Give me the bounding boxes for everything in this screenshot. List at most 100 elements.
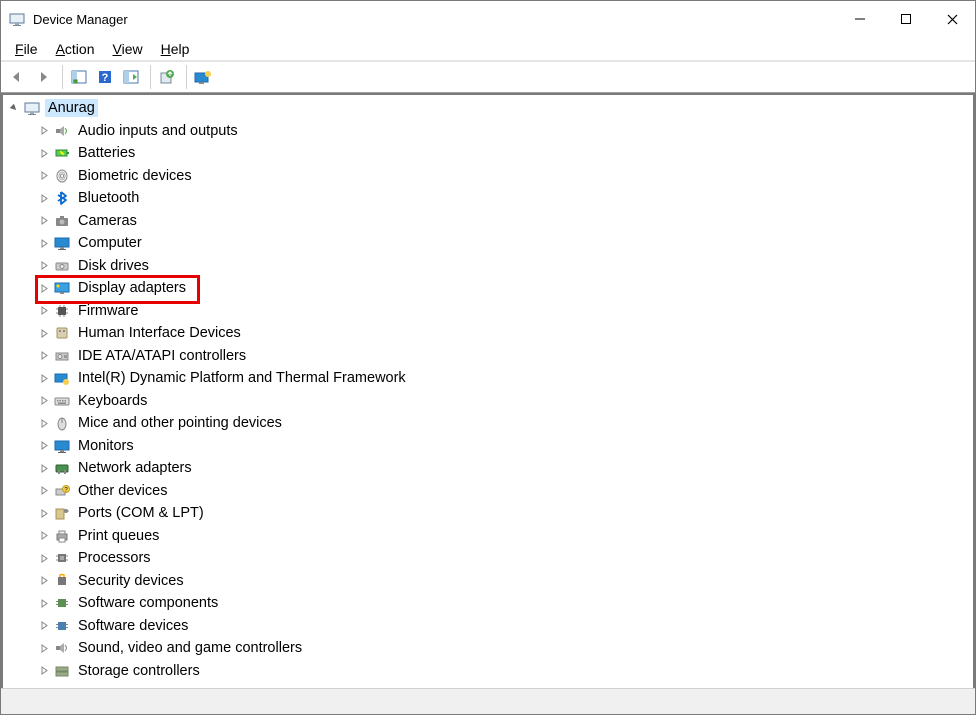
expand-icon[interactable] bbox=[37, 664, 51, 678]
device-tree[interactable]: Anurag Audio inputs and outputs Batteries… bbox=[3, 95, 973, 688]
node-label[interactable]: IDE ATA/ATAPI controllers bbox=[75, 347, 249, 365]
expand-icon[interactable] bbox=[37, 574, 51, 588]
update-driver-button[interactable] bbox=[155, 65, 179, 89]
tree-node[interactable]: Sound, video and game controllers bbox=[37, 637, 973, 660]
tree-node[interactable]: Batteries bbox=[37, 142, 973, 165]
node-label[interactable]: Keyboards bbox=[75, 392, 150, 410]
tree-node[interactable]: Computer bbox=[37, 232, 973, 255]
tree-node[interactable]: Keyboards bbox=[37, 390, 973, 413]
menu-file[interactable]: File bbox=[7, 39, 46, 59]
tree-node[interactable]: Cameras bbox=[37, 210, 973, 233]
collapse-icon[interactable] bbox=[7, 101, 21, 115]
maximize-button[interactable] bbox=[883, 1, 929, 37]
tree-node[interactable]: Mice and other pointing devices bbox=[37, 412, 973, 435]
node-label[interactable]: Storage controllers bbox=[75, 662, 203, 680]
cpu-icon bbox=[53, 549, 71, 567]
expand-icon[interactable] bbox=[37, 619, 51, 633]
expand-icon[interactable] bbox=[37, 259, 51, 273]
root-node[interactable]: Anurag bbox=[7, 97, 973, 120]
help-button[interactable]: ? bbox=[93, 65, 117, 89]
camera-icon bbox=[53, 212, 71, 230]
expand-icon[interactable] bbox=[37, 146, 51, 160]
network-icon bbox=[53, 459, 71, 477]
tree-node[interactable]: Software components bbox=[37, 592, 973, 615]
node-label[interactable]: Bluetooth bbox=[75, 189, 142, 207]
add-legacy-button[interactable] bbox=[191, 65, 215, 89]
node-label[interactable]: Software components bbox=[75, 594, 221, 612]
node-label[interactable]: Ports (COM & LPT) bbox=[75, 504, 207, 522]
tree-node[interactable]: Bluetooth bbox=[37, 187, 973, 210]
tree-node[interactable]: Network adapters bbox=[37, 457, 973, 480]
root-label[interactable]: Anurag bbox=[45, 99, 98, 117]
tree-node[interactable]: Security devices bbox=[37, 570, 973, 593]
tree-node[interactable]: Software devices bbox=[37, 615, 973, 638]
node-label[interactable]: Other devices bbox=[75, 482, 170, 500]
node-label[interactable]: Security devices bbox=[75, 572, 187, 590]
expand-icon[interactable] bbox=[37, 484, 51, 498]
node-label[interactable]: Display adapters bbox=[75, 279, 189, 297]
node-label[interactable]: Biometric devices bbox=[75, 167, 195, 185]
back-button[interactable] bbox=[5, 65, 29, 89]
node-label[interactable]: Print queues bbox=[75, 527, 162, 545]
tree-node[interactable]: Ports (COM & LPT) bbox=[37, 502, 973, 525]
node-label[interactable]: Computer bbox=[75, 234, 145, 252]
node-label[interactable]: Batteries bbox=[75, 144, 138, 162]
expand-icon[interactable] bbox=[37, 326, 51, 340]
scan-hardware-button[interactable] bbox=[119, 65, 143, 89]
tree-node[interactable]: IDE ATA/ATAPI controllers bbox=[37, 345, 973, 368]
expand-icon[interactable] bbox=[37, 349, 51, 363]
tree-node[interactable]: Monitors bbox=[37, 435, 973, 458]
bluetooth-icon bbox=[53, 189, 71, 207]
show-hide-tree-button[interactable] bbox=[67, 65, 91, 89]
expand-icon[interactable] bbox=[37, 596, 51, 610]
tree-node[interactable]: Display adapters bbox=[37, 277, 973, 300]
tree-node[interactable]: Biometric devices bbox=[37, 165, 973, 188]
node-label[interactable]: Network adapters bbox=[75, 459, 195, 477]
node-label[interactable]: Audio inputs and outputs bbox=[75, 122, 241, 140]
menu-action[interactable]: Action bbox=[48, 39, 103, 59]
forward-button[interactable] bbox=[31, 65, 55, 89]
expand-icon[interactable] bbox=[37, 236, 51, 250]
expand-icon[interactable] bbox=[37, 551, 51, 565]
node-label[interactable]: Human Interface Devices bbox=[75, 324, 244, 342]
menu-help[interactable]: Help bbox=[153, 39, 198, 59]
expand-icon[interactable] bbox=[37, 214, 51, 228]
node-label[interactable]: Software devices bbox=[75, 617, 191, 635]
expand-icon[interactable] bbox=[37, 371, 51, 385]
node-label[interactable]: Disk drives bbox=[75, 257, 152, 275]
expand-icon[interactable] bbox=[37, 461, 51, 475]
content-area: Anurag Audio inputs and outputs Batteries… bbox=[1, 93, 975, 688]
menu-view[interactable]: View bbox=[105, 39, 151, 59]
tree-node[interactable]: Storage controllers bbox=[37, 660, 973, 683]
expand-icon[interactable] bbox=[37, 169, 51, 183]
tree-node[interactable]: Human Interface Devices bbox=[37, 322, 973, 345]
tree-node[interactable]: ?Other devices bbox=[37, 480, 973, 503]
node-label[interactable]: Intel(R) Dynamic Platform and Thermal Fr… bbox=[75, 369, 409, 387]
expand-icon[interactable] bbox=[37, 394, 51, 408]
tree-node[interactable]: Firmware bbox=[37, 300, 973, 323]
expand-icon[interactable] bbox=[37, 439, 51, 453]
monitor2-icon bbox=[53, 437, 71, 455]
tree-node[interactable]: Intel(R) Dynamic Platform and Thermal Fr… bbox=[37, 367, 973, 390]
node-label[interactable]: Sound, video and game controllers bbox=[75, 639, 305, 657]
expand-icon[interactable] bbox=[37, 506, 51, 520]
close-button[interactable] bbox=[929, 1, 975, 37]
minimize-button[interactable] bbox=[837, 1, 883, 37]
tree-node[interactable]: Processors bbox=[37, 547, 973, 570]
tree-node[interactable]: Print queues bbox=[37, 525, 973, 548]
node-label[interactable]: Processors bbox=[75, 549, 154, 567]
expand-icon[interactable] bbox=[37, 529, 51, 543]
expand-icon[interactable] bbox=[37, 641, 51, 655]
node-label[interactable]: Firmware bbox=[75, 302, 141, 320]
tree-node[interactable]: Audio inputs and outputs bbox=[37, 120, 973, 143]
titlebar: Device Manager bbox=[1, 1, 975, 37]
expand-icon[interactable] bbox=[37, 416, 51, 430]
node-label[interactable]: Cameras bbox=[75, 212, 140, 230]
expand-icon[interactable] bbox=[37, 304, 51, 318]
expand-icon[interactable] bbox=[37, 191, 51, 205]
node-label[interactable]: Mice and other pointing devices bbox=[75, 414, 285, 432]
expand-icon[interactable] bbox=[37, 281, 51, 295]
expand-icon[interactable] bbox=[37, 124, 51, 138]
tree-node[interactable]: Disk drives bbox=[37, 255, 973, 278]
node-label[interactable]: Monitors bbox=[75, 437, 137, 455]
